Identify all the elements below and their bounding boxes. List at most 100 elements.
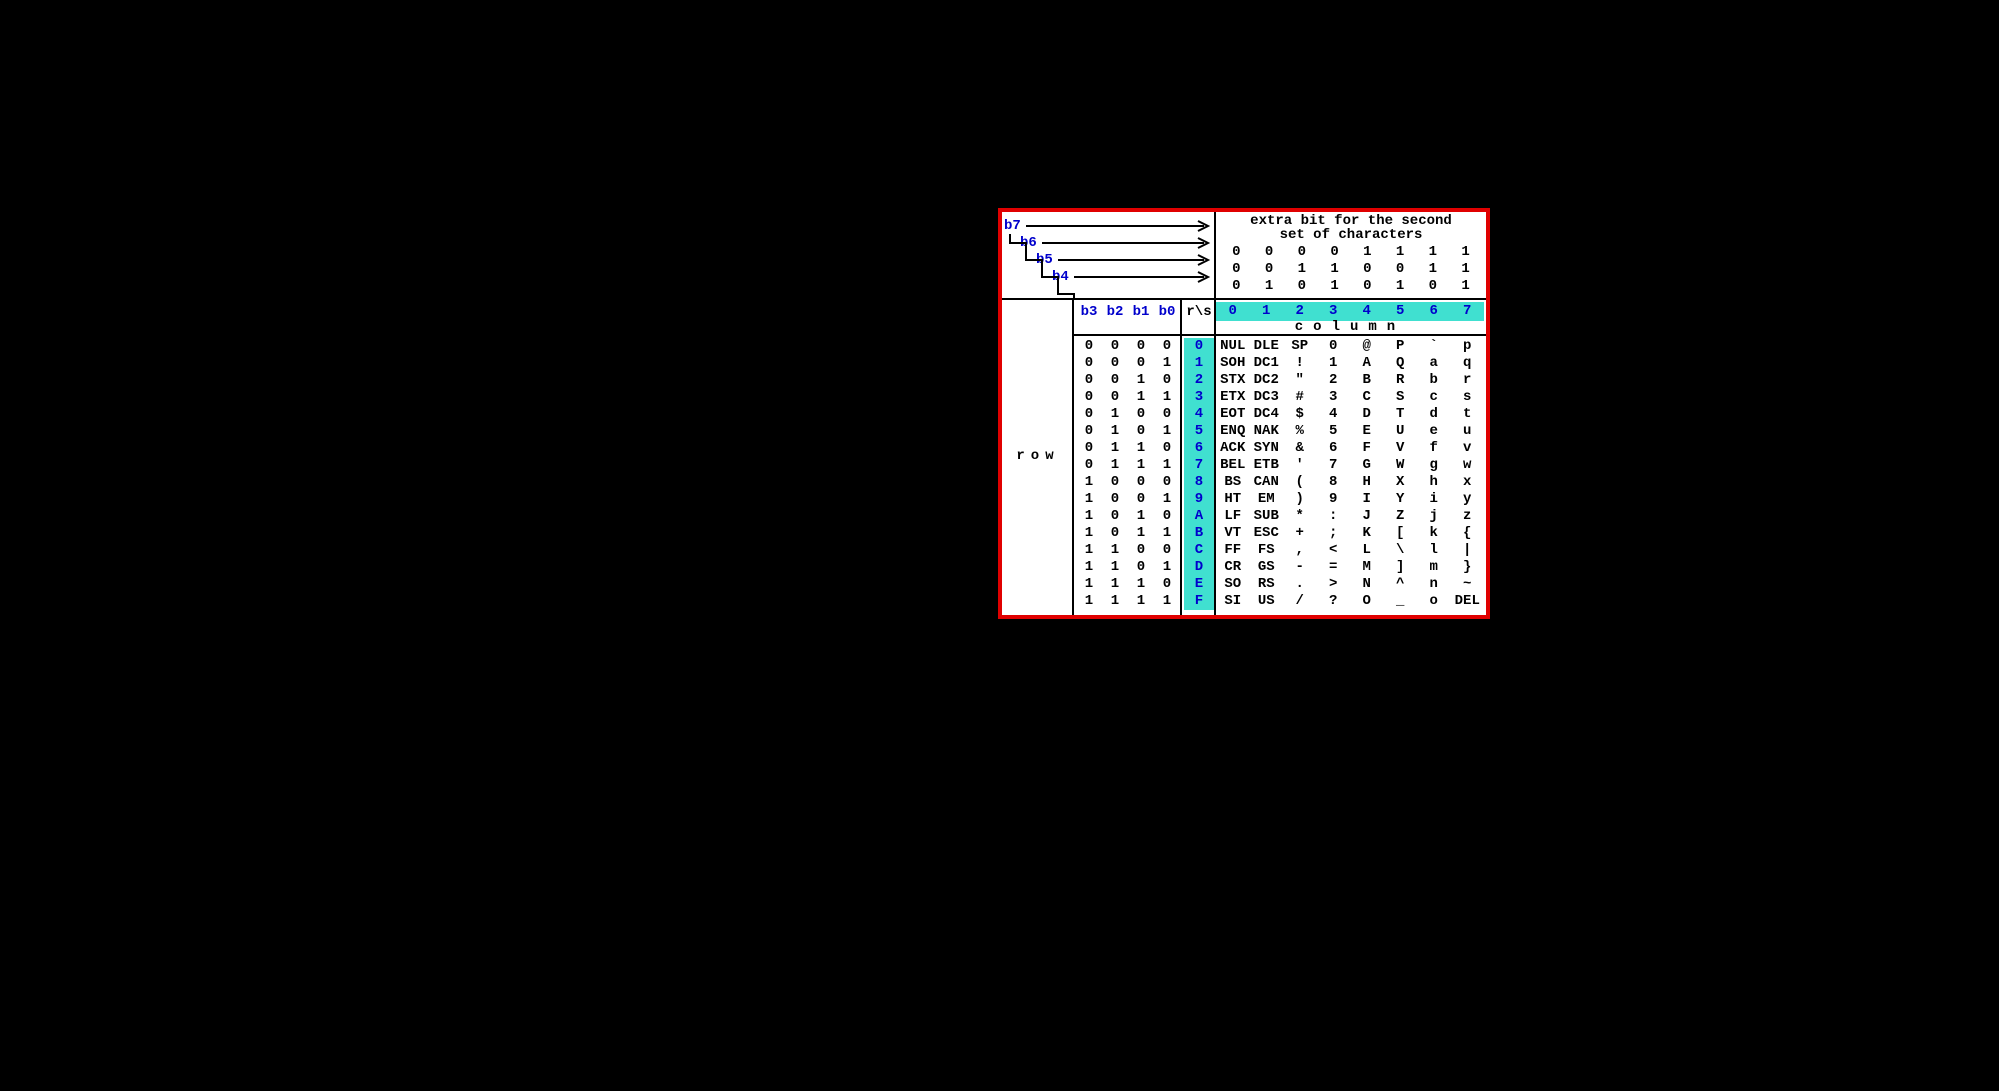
table-row: 1111FSIUS/?O_oDEL <box>1076 593 1484 610</box>
bit-cell: 1 <box>1154 457 1180 474</box>
hex-index-cell: C <box>1184 542 1214 559</box>
char-cell: GS <box>1250 559 1284 576</box>
bit-value-cell: 1 <box>1351 244 1384 260</box>
char-cell: / <box>1283 593 1317 610</box>
char-cell: g <box>1417 457 1451 474</box>
char-cell: * <box>1283 508 1317 525</box>
char-cell: ETX <box>1216 389 1250 406</box>
char-cell: , <box>1283 542 1317 559</box>
table-row: 10008BSCAN(8HXhx <box>1076 474 1484 491</box>
char-cell: l <box>1417 542 1451 559</box>
bit-cell: 1 <box>1076 593 1102 610</box>
char-cell: 1 <box>1317 355 1351 372</box>
char-cell: ETB <box>1250 457 1284 474</box>
char-cell: A <box>1350 355 1384 372</box>
char-cell: q <box>1451 355 1485 372</box>
char-cell: ( <box>1283 474 1317 491</box>
char-cell: STX <box>1216 372 1250 389</box>
char-cell: . <box>1283 576 1317 593</box>
char-cell: $ <box>1283 406 1317 423</box>
bit-values-b5: 01010101 <box>1220 278 1482 294</box>
char-cell: DEL <box>1451 593 1485 610</box>
data-rows: 00000NULDLESP0@P`p00011SOHDC1!1AQaq00102… <box>1076 338 1484 610</box>
bit-cell: 1 <box>1154 491 1180 508</box>
bit-cell: 0 <box>1154 576 1180 593</box>
char-cell: Z <box>1384 508 1418 525</box>
char-cell: k <box>1417 525 1451 542</box>
hex-index-cell: 9 <box>1184 491 1214 508</box>
bit-cell: 0 <box>1076 406 1102 423</box>
char-cell: _ <box>1384 593 1418 610</box>
bit-cell: 0 <box>1128 559 1154 576</box>
bit-cell: 0 <box>1102 355 1128 372</box>
bit-cell: 0 <box>1128 338 1154 355</box>
char-cell: T <box>1384 406 1418 423</box>
char-cell: \ <box>1384 542 1418 559</box>
bit-value-cell: 0 <box>1417 278 1450 294</box>
char-cell: BEL <box>1216 457 1250 474</box>
char-cell: SOH <box>1216 355 1250 372</box>
bit-cell: 0 <box>1154 440 1180 457</box>
char-cell: RS <box>1250 576 1284 593</box>
bit-cell: 1 <box>1076 525 1102 542</box>
column-header-row: b3 b2 b1 b0 r\s 01234567 column <box>1002 302 1486 334</box>
bit-cell: 0 <box>1076 457 1102 474</box>
char-cell: SUB <box>1250 508 1284 525</box>
table-row: 00113ETXDC3#3CScs <box>1076 389 1484 406</box>
hex-index-cell: 1 <box>1184 355 1214 372</box>
bit-cell: 0 <box>1076 440 1102 457</box>
bit-cell: 1 <box>1128 440 1154 457</box>
bit-cell: 1 <box>1076 474 1102 491</box>
bit-cell: 0 <box>1102 372 1128 389</box>
bit-value-cell: 1 <box>1384 244 1417 260</box>
divider-line <box>1002 298 1486 300</box>
char-cell: O <box>1350 593 1384 610</box>
char-cell: j <box>1417 508 1451 525</box>
low-bit-labels: b3 b2 b1 b0 <box>1076 304 1180 320</box>
bit-value-cell: 0 <box>1318 244 1351 260</box>
bit-value-cell: 1 <box>1449 261 1482 277</box>
char-cell: > <box>1317 576 1351 593</box>
char-cell: o <box>1417 593 1451 610</box>
bit-value-cell: 1 <box>1384 278 1417 294</box>
bit-value-cell: 1 <box>1449 244 1482 260</box>
char-cell: P <box>1384 338 1418 355</box>
char-cell: EM <box>1250 491 1284 508</box>
char-cell: ` <box>1417 338 1451 355</box>
char-cell: e <box>1417 423 1451 440</box>
char-cell: C <box>1350 389 1384 406</box>
char-cell: NAK <box>1250 423 1284 440</box>
bit-cell: 0 <box>1154 542 1180 559</box>
char-cell: 4 <box>1317 406 1351 423</box>
char-cell: 0 <box>1317 338 1351 355</box>
char-cell: ESC <box>1250 525 1284 542</box>
char-cell: SYN <box>1250 440 1284 457</box>
bit-value-cell: 1 <box>1286 261 1319 277</box>
char-cell: B <box>1350 372 1384 389</box>
hex-index-cell: 7 <box>1184 457 1214 474</box>
char-cell: EOT <box>1216 406 1250 423</box>
bit-cell: 1 <box>1128 576 1154 593</box>
char-cell: FS <box>1250 542 1284 559</box>
char-cell: y <box>1451 491 1485 508</box>
bit-cell: 1 <box>1154 423 1180 440</box>
char-cell: = <box>1317 559 1351 576</box>
char-cell: x <box>1451 474 1485 491</box>
char-cell: 2 <box>1317 372 1351 389</box>
char-cell: f <box>1417 440 1451 457</box>
char-cell: 9 <box>1317 491 1351 508</box>
char-cell: ~ <box>1451 576 1485 593</box>
char-cell: DLE <box>1250 338 1284 355</box>
bit-value-cell: 0 <box>1286 244 1319 260</box>
char-cell: ; <box>1317 525 1351 542</box>
char-cell: J <box>1350 508 1384 525</box>
char-cell: SI <box>1216 593 1250 610</box>
table-row: 00011SOHDC1!1AQaq <box>1076 355 1484 372</box>
bit-value-cell: 0 <box>1351 278 1384 294</box>
bit-cell: 1 <box>1102 542 1128 559</box>
bit-cell: 1 <box>1102 440 1128 457</box>
char-cell: 6 <box>1317 440 1351 457</box>
bit-cell: 1 <box>1154 355 1180 372</box>
high-bit-labels: b7 b6 b5 <box>1004 214 1212 294</box>
char-cell: - <box>1283 559 1317 576</box>
